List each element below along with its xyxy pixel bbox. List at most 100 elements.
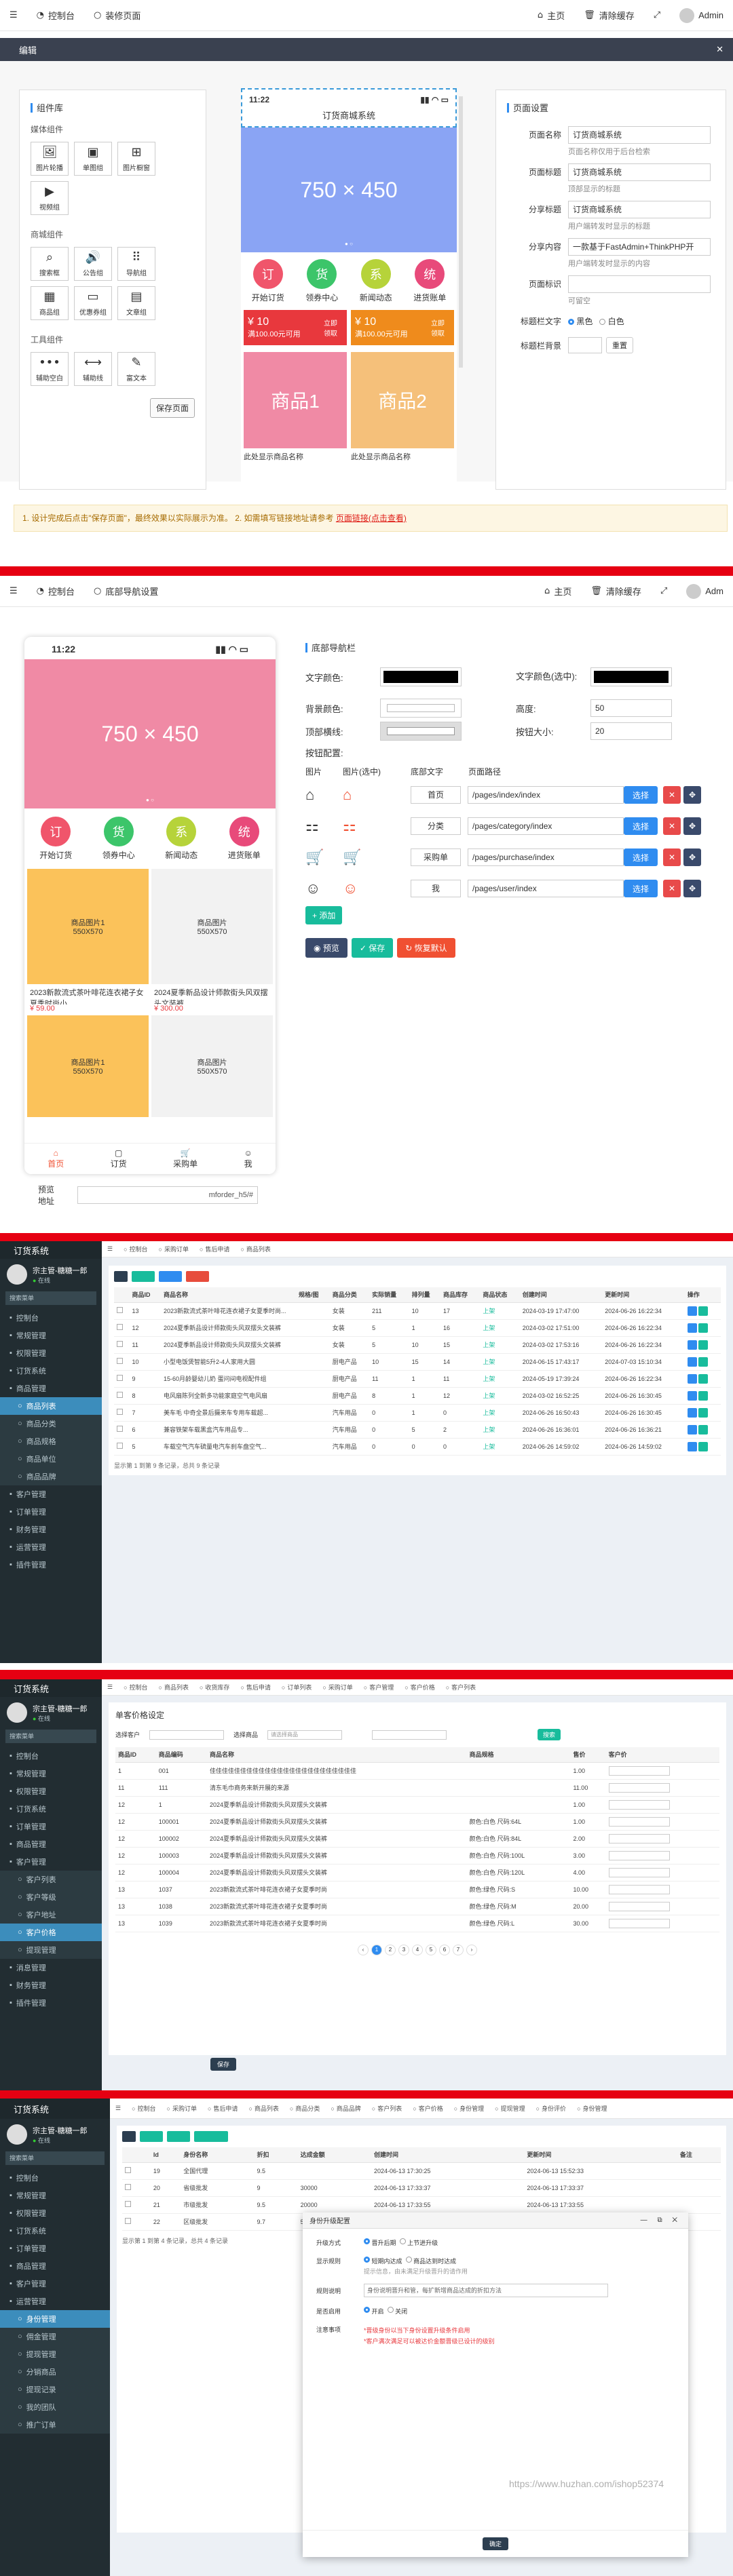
selected-color-picker[interactable]: [590, 667, 672, 686]
column-header[interactable]: 商品ID: [129, 1287, 161, 1303]
column-header[interactable]: Id: [150, 2147, 181, 2163]
column-header[interactable]: 商品名称: [161, 1287, 297, 1303]
component-nav[interactable]: ⠿ 导航组: [117, 247, 155, 281]
page-button[interactable]: 3: [398, 1944, 409, 1955]
column-header[interactable]: 商品分类: [329, 1287, 370, 1303]
menu-search-input[interactable]: 搜索菜单: [5, 1291, 96, 1305]
sidebar-item[interactable]: ▪ 插件管理: [0, 1556, 102, 1574]
table-row[interactable]: 20 省级批发 9 30000 2024-06-13 17:33:37 2024-06-1…: [122, 2179, 721, 2197]
tab-dashboard[interactable]: ◔ 控制台: [27, 585, 84, 598]
top-tab[interactable]: ○ 身份管理: [571, 2104, 612, 2113]
nav-item[interactable]: 统进货账单: [228, 817, 261, 861]
choose-button[interactable]: 选择: [624, 848, 658, 866]
customer-price-input[interactable]: [605, 1847, 719, 1865]
page-title-input[interactable]: 订货商城系统: [568, 163, 711, 181]
icon-0[interactable]: ⌂: [305, 786, 343, 804]
top-tab[interactable]: ○ 控制台: [118, 1245, 153, 1253]
sidebar-item[interactable]: ○ 客户列表: [0, 1871, 102, 1888]
delete-button[interactable]: ✕: [663, 848, 681, 866]
sidebar-item[interactable]: ▪ 财务管理: [0, 1521, 102, 1538]
column-header[interactable]: 创建时间: [519, 1287, 603, 1303]
top-tab[interactable]: ○ 采购订单: [162, 2104, 202, 2113]
row-actions[interactable]: [684, 1387, 721, 1405]
sidebar-item[interactable]: ▪ 客户管理: [0, 2275, 110, 2292]
clear-cache-button[interactable]: 🗑 清除缓存: [581, 585, 651, 598]
page-button[interactable]: 7: [453, 1944, 464, 1955]
page-button[interactable]: 1: [371, 1944, 382, 1955]
top-tab[interactable]: ○ 客户价格: [407, 2104, 448, 2113]
sidebar-item[interactable]: ▪ 订货系统: [0, 1800, 102, 1818]
radio-option[interactable]: [364, 2238, 370, 2244]
nav-path-input[interactable]: /pages/purchase/index: [468, 848, 624, 866]
nav-item[interactable]: 系新闻动态: [165, 817, 198, 861]
customer-price-input[interactable]: [605, 1864, 719, 1881]
customer-price-input[interactable]: [605, 1796, 719, 1814]
sidebar-item[interactable]: ▪ 客户管理: [0, 1853, 102, 1871]
goods-card[interactable]: 商品图片 550X570: [151, 1015, 273, 1117]
component-notice[interactable]: 🔊 公告组: [74, 247, 112, 281]
refresh-button[interactable]: [122, 2131, 136, 2142]
table-row[interactable]: 13 2023新款流式茶叶啡花连衣裙子女夏季时尚... 女装 211 10 17 上架 202…: [114, 1302, 721, 1320]
sidebar-item[interactable]: ▪ 商品管理: [0, 1380, 102, 1397]
keyword-input[interactable]: [372, 1730, 447, 1740]
move-button[interactable]: ✥: [683, 817, 701, 835]
sidebar-item[interactable]: ▪ 订货系统: [0, 1362, 102, 1380]
menu-toggle[interactable]: ☰: [102, 1245, 118, 1253]
height-input[interactable]: 50: [590, 699, 672, 717]
sidebar-item[interactable]: ▪ 权限管理: [0, 1782, 102, 1800]
sidebar-item[interactable]: ○ 客户价格: [0, 1924, 102, 1941]
choose-button[interactable]: 选择: [624, 786, 658, 804]
sidebar-item[interactable]: ○ 分销商品: [0, 2363, 110, 2381]
top-tab[interactable]: ○ 采购订单: [153, 1245, 194, 1253]
table-row[interactable]: 11 2024夏季新品设计师款街头风双摆头文装裤 女装 5 10 15 上架 2024-03-…: [114, 1336, 721, 1354]
row-checkbox[interactable]: [114, 1319, 130, 1337]
bg-color-picker[interactable]: [380, 699, 462, 718]
component-blank[interactable]: ••• 辅助空白: [31, 352, 69, 386]
menu-toggle[interactable]: ☰: [0, 10, 27, 20]
column-header[interactable]: 排列量: [409, 1287, 441, 1303]
row-checkbox[interactable]: [114, 1438, 130, 1456]
column-header[interactable]: 更新时间: [602, 1287, 685, 1303]
tab-order[interactable]: ▢ 订货: [111, 1148, 127, 1169]
radio-option[interactable]: [387, 2307, 394, 2313]
column-header[interactable]: 商品规格: [466, 1747, 571, 1763]
search-button[interactable]: 搜索: [538, 1729, 561, 1740]
menu-toggle[interactable]: ☰: [0, 586, 27, 596]
radio-option[interactable]: [405, 2257, 412, 2263]
page-button[interactable]: 2: [385, 1944, 396, 1955]
edit-button[interactable]: [167, 2131, 190, 2142]
row-actions[interactable]: [684, 1421, 721, 1439]
text-color-picker[interactable]: [380, 667, 462, 686]
component-richtext[interactable]: ✎ 富文本: [117, 352, 155, 386]
sidebar-item[interactable]: ○ 提现记录: [0, 2381, 110, 2398]
customer-price-input[interactable]: [605, 1881, 719, 1898]
row-checkbox[interactable]: [114, 1421, 130, 1439]
sidebar-item[interactable]: ○ 推广订单: [0, 2416, 110, 2434]
icon-1[interactable]: ⚏: [305, 817, 343, 835]
top-tab[interactable]: ○ 提现管理: [489, 2104, 530, 2113]
column-header[interactable]: 商品名称: [206, 1747, 467, 1763]
sidebar-item[interactable]: ▪ 控制台: [0, 1747, 102, 1765]
top-tab[interactable]: ○ 身份管理: [449, 2104, 489, 2113]
reset-button[interactable]: 重置: [606, 337, 633, 353]
column-header[interactable]: 商品ID: [115, 1747, 156, 1763]
page-button[interactable]: ›: [466, 1944, 477, 1955]
sidebar-item[interactable]: ○ 客户地址: [0, 1906, 102, 1924]
page-button[interactable]: 5: [426, 1944, 436, 1955]
nav-path-input[interactable]: /pages/user/index: [468, 880, 624, 897]
menu-search-input[interactable]: 搜索菜单: [5, 2151, 105, 2165]
column-header[interactable]: 备注: [677, 2147, 721, 2163]
coupon[interactable]: ¥ 10 满100.00元可用 立即领取: [244, 310, 347, 345]
radio-white[interactable]: [599, 319, 606, 326]
sidebar-item[interactable]: ▪ 财务管理: [0, 1976, 102, 1994]
nav-item[interactable]: 统进货账单: [413, 259, 446, 303]
row-actions[interactable]: [684, 1404, 721, 1422]
sidebar-item[interactable]: ▪ 订单管理: [0, 1503, 102, 1521]
phone-scrollbar[interactable]: [459, 96, 463, 368]
sidebar-item[interactable]: ▪ 常规管理: [0, 2187, 110, 2204]
nav-text-input[interactable]: 我: [411, 880, 461, 897]
component-video[interactable]: ▶ 视频组: [31, 181, 69, 215]
row-checkbox[interactable]: [114, 1353, 130, 1371]
tab-me[interactable]: ☺ 我: [244, 1148, 252, 1169]
component-line[interactable]: ⟷ 辅助线: [74, 352, 112, 386]
